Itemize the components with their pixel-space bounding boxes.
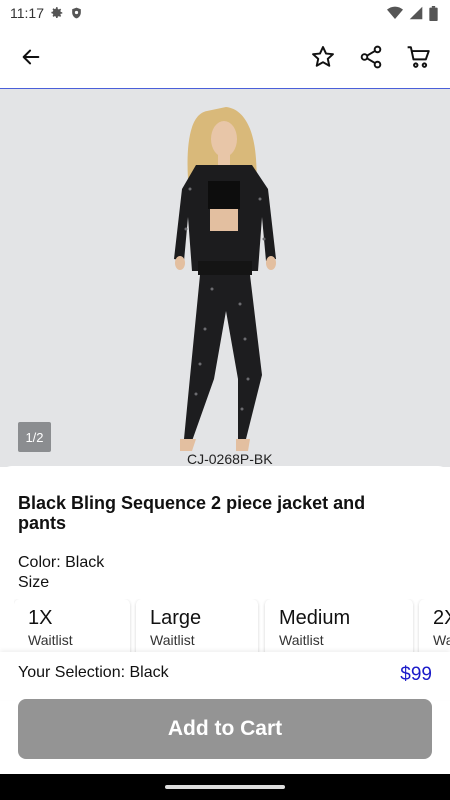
size-option-medium[interactable]: Medium Waitlist (265, 599, 413, 659)
system-nav-bar (0, 774, 450, 800)
product-sku: CJ-0268P-BK (187, 451, 273, 467)
app-bar-actions (308, 42, 434, 72)
size-option-2x[interactable]: 2X Waitlist (419, 599, 450, 659)
size-name: Large (150, 607, 202, 629)
signal-icon (409, 6, 423, 20)
share-icon[interactable] (356, 42, 386, 72)
shield-icon (70, 6, 83, 20)
size-status: Waitlist (279, 632, 324, 648)
size-option-large[interactable]: Large Waitlist (136, 599, 258, 659)
battery-icon (429, 5, 438, 21)
star-icon[interactable] (308, 42, 338, 72)
app-bar (0, 26, 450, 88)
price: $99 (400, 664, 432, 685)
status-time: 11:17 (10, 5, 44, 21)
status-left: 11:17 (10, 5, 83, 21)
selection-bar: Your Selection: Black $99 (0, 652, 450, 700)
product-image[interactable]: 1/2 CJ-0268P-BK (0, 89, 450, 467)
product-title: Black Bling Sequence 2 piece jacket and … (18, 493, 366, 533)
size-name: 1X (28, 607, 53, 629)
selection-text: Your Selection: Black (18, 664, 169, 681)
add-to-cart-button[interactable]: Add to Cart (18, 699, 432, 759)
product-details-sheet: Black Bling Sequence 2 piece jacket and … (0, 466, 450, 776)
status-bar: 11:17 (0, 0, 450, 26)
home-gesture-handle[interactable] (165, 785, 285, 789)
size-status: Waitlist (150, 632, 195, 648)
size-status: Waitlist (433, 632, 450, 648)
color-label: Color: Black (18, 554, 105, 571)
size-status: Waitlist (28, 632, 73, 648)
size-options[interactable]: 1X Waitlist Large Waitlist Medium Waitli… (14, 599, 450, 659)
size-option-1x[interactable]: 1X Waitlist (14, 599, 130, 659)
image-page-indicator: 1/2 (18, 422, 51, 452)
back-arrow-icon[interactable] (16, 42, 46, 72)
gear-icon (50, 6, 64, 20)
wifi-icon (387, 6, 403, 20)
status-right (387, 5, 438, 21)
cart-icon[interactable] (404, 42, 434, 72)
size-name: 2X (433, 607, 450, 629)
size-name: Medium (279, 607, 351, 629)
model-photo (174, 107, 276, 451)
size-label: Size (18, 574, 50, 591)
